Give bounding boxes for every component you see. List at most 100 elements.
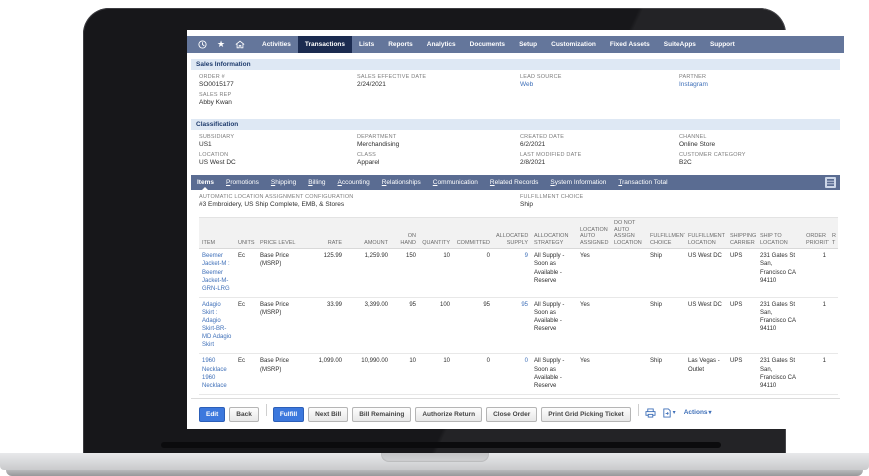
tab-billing[interactable]: Billing [302,175,331,190]
item-link[interactable]: Beemer Jacket-M : Beemer Jacket-M-GRN-LR… [202,253,230,291]
field-label: CUSTOMER CATEGORY [679,152,746,158]
button-separator [265,403,267,416]
nav-item-transactions[interactable]: Transactions [297,36,353,53]
bill-remaining-button[interactable]: Bill Remaining [352,406,412,422]
cell-committed: 0 [453,248,493,298]
subtab-bar: Items Promotions Shipping Billing Accounting… [191,175,840,190]
allocation-config-fields: AUTOMATIC LOCATION ASSIGNMENT CONFIGURAT… [191,190,840,217]
tab-accounting[interactable]: Accounting [332,175,376,190]
nav-item-fixed-assets[interactable]: Fixed Assets [603,36,657,53]
cell-amount: 1,259.90 [345,248,391,298]
fulfill-button[interactable]: Fulfill [272,406,305,422]
cell-allocation-strategy: All Supply - Soon as Available - Reserve [531,297,577,355]
allocated-supply-link[interactable]: 0 [525,358,528,364]
tab-related-records[interactable]: Related Records [484,175,544,190]
item-link[interactable]: 1960 Necklace 1960 Necklace [202,358,227,388]
cell-rate: 125.99 [305,248,345,298]
field-location: LOCATION US West DC [199,152,357,166]
column-header-price-level: PRICE LEVEL [257,216,305,250]
allocated-supply-link[interactable]: 95 [521,302,528,308]
print-grid-picking-ticket-button[interactable]: Print Grid Picking Ticket [541,406,631,422]
table-row: Beemer Jacket-M : Beemer Jacket-M-GRN-LR… [199,248,838,298]
recent-records-clock-icon[interactable] [195,36,209,53]
field-customer-category: CUSTOMER CATEGORY B2C [679,152,840,166]
close-order-button[interactable]: Close Order [486,406,538,422]
field-value: B2C [679,159,692,166]
tab-communication[interactable]: Communication [427,175,484,190]
shortcuts-star-icon[interactable]: ★ [214,36,228,53]
cell-price-level: Base Price (MSRP) [257,297,305,355]
field-label: LOCATION [199,152,229,158]
field-value: US West DC [199,159,236,166]
cell-quantity: 10 [419,353,453,395]
nav-item-support[interactable]: Support [703,36,742,53]
cell-amount: 3,399.00 [345,297,391,355]
column-header-allocated-supply: ALLOCATED SUPPLY [493,216,531,250]
actions-label: Actions [683,409,708,417]
cell-item: Adagio Skirt : Adagio Skirt-BR-MD Adagio… [199,297,235,355]
field-value: #3 Embroidery, US Ship Complete, EMB, & … [199,201,345,208]
field-label: ORDER # [199,74,225,80]
cell-allocation-strategy: All Supply - Soon as Available - Reserve [531,248,577,298]
tab-promotions[interactable]: Promotions [220,175,265,190]
cell-price-level: Base Price (MSRP) [257,248,305,298]
cell-committed: 95 [453,297,493,355]
cell-allocated-supply: 0 [493,353,531,395]
field-created-date: CREATED DATE 6/2/2021 [520,134,679,148]
field-label: DEPARTMENT [357,134,397,140]
tab-system-information[interactable]: System Information [544,175,612,190]
allocated-supply-link[interactable]: 9 [525,253,528,259]
tab-items[interactable]: Items [191,175,220,190]
cell-location-auto-assigned: Yes [577,248,611,298]
home-icon[interactable] [233,36,247,53]
nav-item-documents[interactable]: Documents [463,36,512,53]
cell-do-not-auto-assign-location [611,248,647,298]
edit-button[interactable]: Edit [199,406,226,422]
export-caret-icon: ▾ [672,410,676,417]
cell-rate: 33.99 [305,297,345,355]
tab-transaction-total[interactable]: Transaction Total [612,175,673,190]
field-label: CHANNEL [679,134,707,140]
list-toggle-icon[interactable] [825,177,836,188]
tab-shipping[interactable]: Shipping [265,175,302,190]
field-value-link[interactable]: Instagram [679,81,834,88]
cell-allocation-strategy: All Supply - Soon as Available - Reserve [531,353,577,395]
nav-item-activities[interactable]: Activities [255,36,298,53]
laptop-screen: ★ Activities Transactions Lists Reports Anal… [187,30,844,429]
next-bill-button[interactable]: Next Bill [308,406,349,422]
field-subsidiary: SUBSIDIARY US1 [199,134,357,148]
export-icon[interactable]: ▾ [662,408,676,418]
tab-relationships[interactable]: Relationships [376,175,427,190]
column-header-item: ITEM [199,216,235,250]
cell-fulfillment-location: Las Vegas - Outlet [685,353,727,395]
item-link[interactable]: Adagio Skirt : Adagio Skirt-BR-MD Adagio… [202,302,231,348]
back-button[interactable]: Back [229,406,259,422]
field-value: Abby Kwan [199,99,232,106]
cell-ship-to-location: 231 Gates St San, Francisco CA 94110 [757,297,803,355]
column-header-shipping-carrier: SHIPPING CARRIER [727,216,757,250]
nav-item-customization[interactable]: Customization [544,36,603,53]
cell-units: Ec [235,353,257,395]
field-value-link[interactable]: Web [520,81,673,88]
printer-icon[interactable] [645,408,656,418]
nav-item-reports[interactable]: Reports [381,36,420,53]
actions-menu[interactable]: Actions ▾ [684,409,712,416]
nav-item-setup[interactable]: Setup [512,36,544,53]
field-label: CLASS [357,152,377,158]
field-label: SUBSIDIARY [199,134,235,140]
cell-ship-to-location: 231 Gates St San, Francisco CA 94110 [757,248,803,298]
nav-item-suiteapps[interactable]: SuiteApps [657,36,703,53]
nav-item-analytics[interactable]: Analytics [420,36,463,53]
cell-clipped [829,248,838,298]
cell-fulfillment-choice: Ship [647,353,685,395]
nav-item-lists[interactable]: Lists [352,36,381,53]
authorize-return-button[interactable]: Authorize Return [415,406,483,422]
field-class: CLASS Apparel [357,152,520,166]
cell-fulfillment-choice: Ship [647,248,685,298]
field-label: SALES EFFECTIVE DATE [357,74,427,80]
field-order: ORDER # SO0015177 [199,74,357,88]
divider [191,397,840,399]
cell-location-auto-assigned: Yes [577,297,611,355]
cell-clipped [829,353,838,395]
field-value: 6/2/2021 [520,141,546,148]
